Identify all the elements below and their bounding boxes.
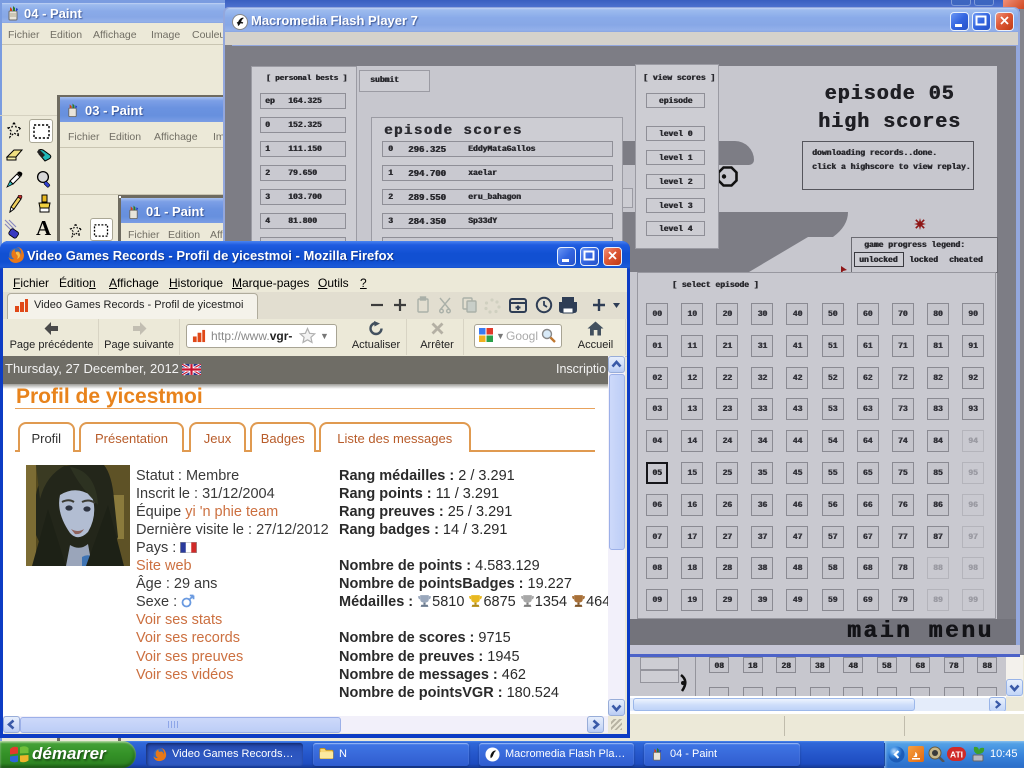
svg-text:ATI: ATI bbox=[950, 750, 963, 760]
